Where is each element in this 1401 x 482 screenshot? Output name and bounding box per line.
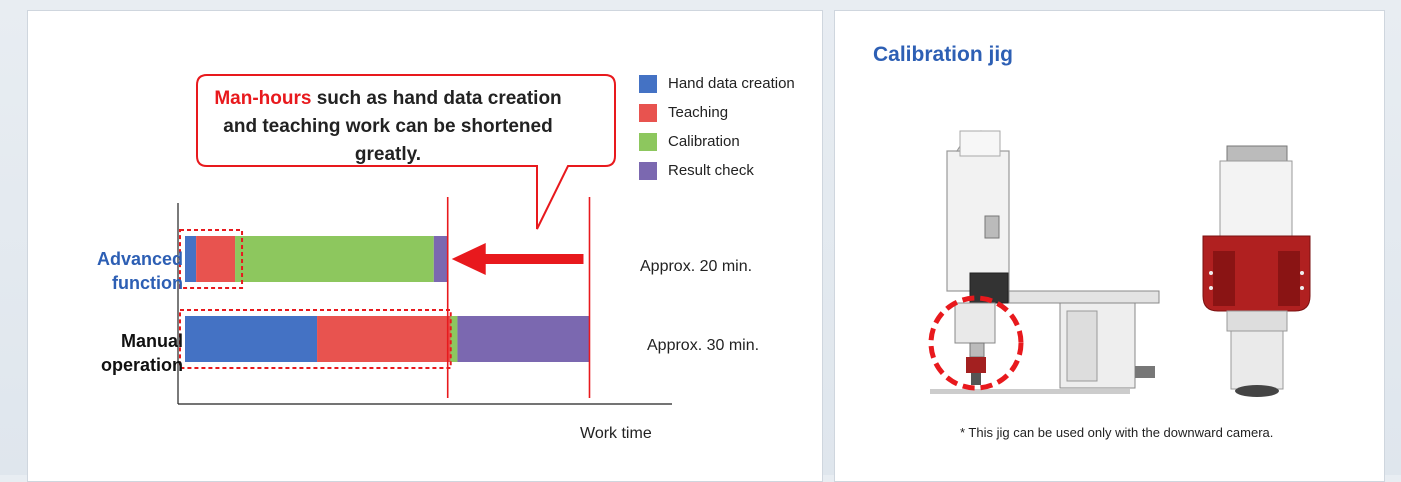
- duration-label-manual: Approx. 30 min.: [647, 337, 760, 354]
- chart-panel: Man-hours such as hand data creation and…: [27, 10, 823, 482]
- bar-1-series-0: [185, 316, 318, 362]
- calibration-jig-image: [1202, 145, 1311, 397]
- footnote: * This jig can be used only with the dow…: [960, 425, 1274, 440]
- chart-legend: Hand data creation Teaching Calibration Res…: [639, 69, 795, 185]
- reduction-arrow-head: [451, 243, 486, 275]
- category-label-advanced: Advanced function: [96, 249, 183, 293]
- category-label-manual: Manual operation: [100, 331, 183, 375]
- legend-swatch: [639, 103, 657, 122]
- legend-swatch: [639, 132, 657, 151]
- x-axis-label: Work time: [580, 425, 652, 442]
- legend-swatch: [639, 74, 657, 93]
- bar-1-series-3: [457, 316, 590, 362]
- legend-item: Result check: [639, 156, 795, 185]
- bar-1-series-1: [317, 316, 451, 362]
- calibration-jig-illustration: [928, 130, 1311, 397]
- duration-label-advanced: Approx. 20 min.: [640, 258, 753, 275]
- bar-0-series-2: [235, 236, 434, 282]
- legend-swatch: [639, 161, 657, 180]
- callout-text: Man-hours such as hand data creation and…: [208, 85, 568, 169]
- callout-highlight: Man-hours: [214, 88, 312, 109]
- legend-item: Calibration: [639, 127, 795, 156]
- legend-label: Calibration: [668, 133, 740, 150]
- legend-label: Teaching: [668, 104, 729, 121]
- legend-label: Hand data creation: [668, 75, 795, 92]
- bar-0-series-1: [196, 236, 236, 282]
- reduction-arrow-shaft: [481, 254, 584, 264]
- legend-item: Teaching: [639, 98, 795, 127]
- legend-item: Hand data creation: [639, 69, 795, 98]
- calibration-jig-panel: Calibration jig * This jig can be used o…: [834, 10, 1385, 482]
- bar-0-series-3: [433, 236, 448, 282]
- legend-label: Result check: [668, 162, 754, 179]
- robot-arm-image: [930, 130, 1160, 394]
- bar-0-series-0: [185, 236, 197, 282]
